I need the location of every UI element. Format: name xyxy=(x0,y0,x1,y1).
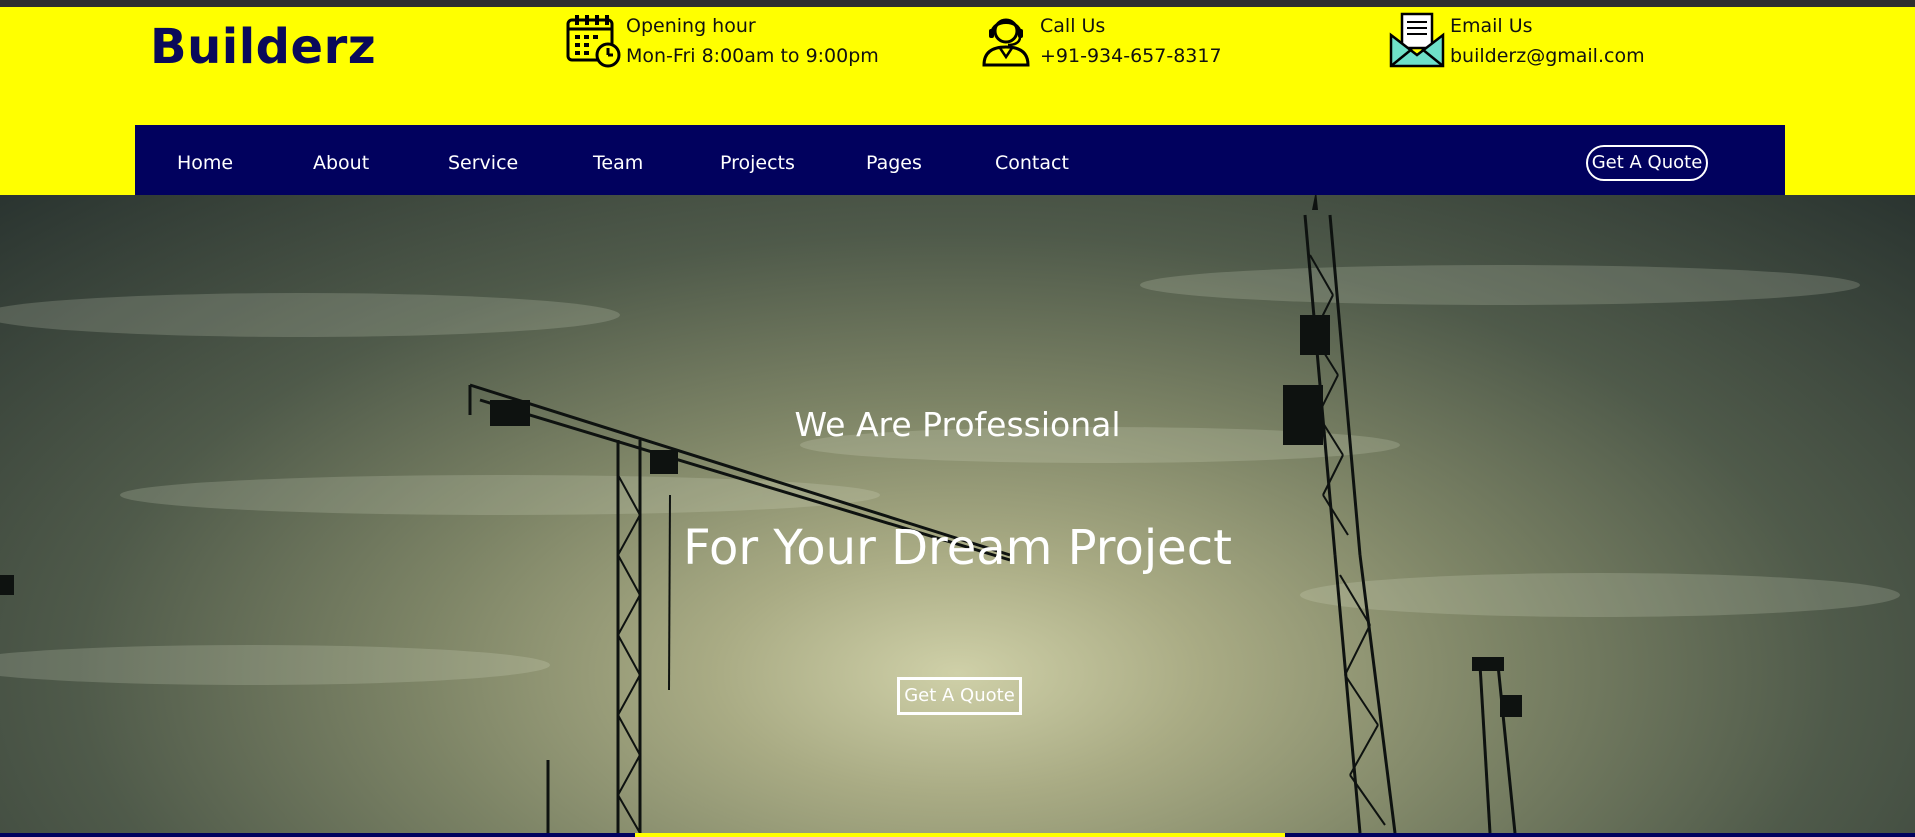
hero-title: For Your Dream Project xyxy=(683,520,1232,576)
nav-team[interactable]: Team xyxy=(593,125,643,202)
crane-silhouette-background xyxy=(0,195,1900,833)
nav-service[interactable]: Service xyxy=(448,125,518,202)
hero-get-quote-button[interactable]: Get A Quote xyxy=(897,677,1022,715)
envelope-icon xyxy=(1389,12,1445,68)
hero-subtitle: We Are Professional xyxy=(794,405,1121,444)
email-value[interactable]: builderz@gmail.com xyxy=(1450,41,1645,71)
call-value[interactable]: +91-934-657-8317 xyxy=(1040,41,1222,71)
nav-about[interactable]: About xyxy=(313,125,369,202)
opening-hours-info: Opening hour Mon-Fri 8:00am to 9:00pm xyxy=(564,11,879,71)
brand-logo[interactable]: Builderz xyxy=(150,19,376,75)
email-info: Email Us builderz@gmail.com xyxy=(1388,11,1645,71)
email-title: Email Us xyxy=(1450,15,1533,37)
main-nav: Home About Service Team Projects Pages C… xyxy=(135,125,1785,202)
nav-projects[interactable]: Projects xyxy=(720,125,795,202)
hours-value: Mon-Fri 8:00am to 9:00pm xyxy=(626,45,879,67)
call-title: Call Us xyxy=(1040,15,1106,37)
nav-home[interactable]: Home xyxy=(177,125,233,202)
nav-get-quote-button[interactable]: Get A Quote xyxy=(1586,145,1708,181)
nav-pages[interactable]: Pages xyxy=(866,125,922,202)
calendar-clock-icon xyxy=(566,15,621,68)
hero-section: We Are Professional For Your Dream Proje… xyxy=(0,195,1915,833)
nav-contact[interactable]: Contact xyxy=(995,125,1069,202)
bottom-accent xyxy=(635,833,1285,837)
top-strip xyxy=(0,0,1915,7)
site-header: Builderz Opening hour Mon-Fri 8:00am to … xyxy=(0,7,1915,202)
call-info: Call Us +91-934-657-8317 xyxy=(978,11,1222,71)
hours-title: Opening hour xyxy=(626,15,756,37)
support-agent-icon xyxy=(982,18,1030,67)
